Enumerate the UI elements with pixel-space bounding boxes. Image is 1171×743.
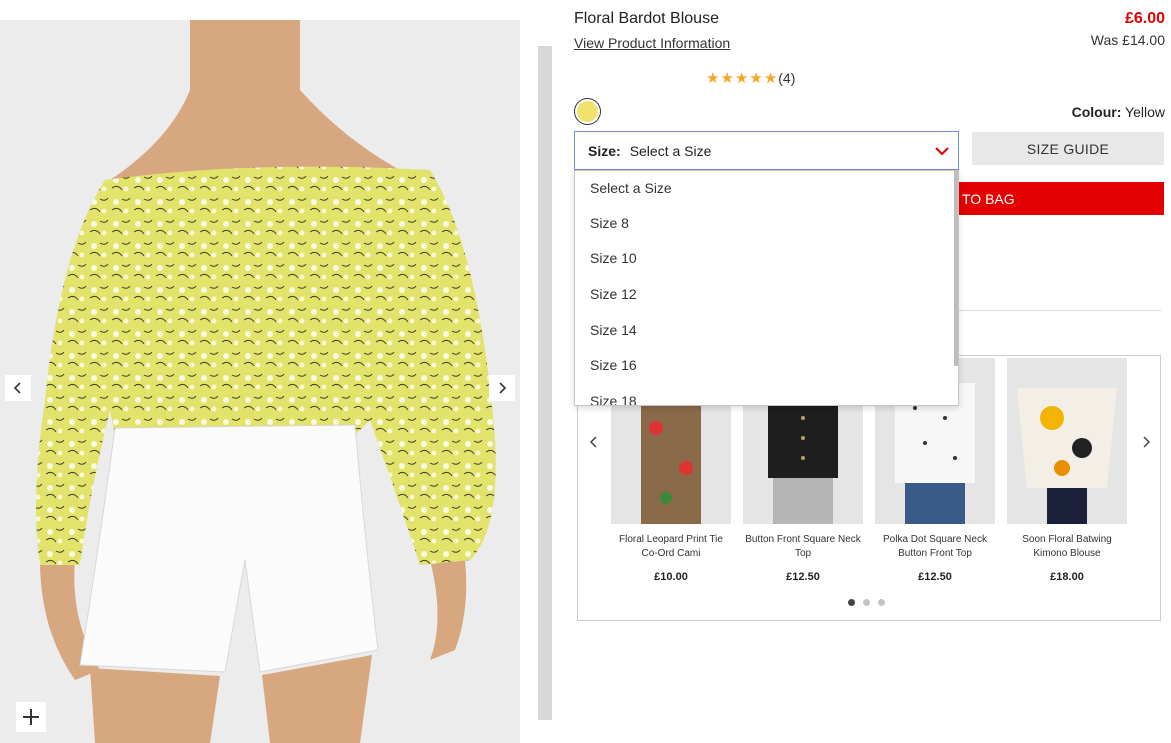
size-option[interactable]: Size 12	[575, 276, 958, 312]
star-icon: ★	[720, 70, 734, 87]
rating[interactable]: ★ ★ ★ ★ ★ (4)	[706, 69, 795, 87]
chevron-left-icon	[589, 436, 597, 448]
carousel-pagination	[848, 599, 885, 606]
dropdown-scrollbar[interactable]	[954, 171, 958, 366]
product-card-price: £12.50	[786, 571, 820, 583]
product-card[interactable]: Soon Floral Batwing Kimono Blouse £18.00	[1007, 358, 1127, 583]
view-product-information-link[interactable]: View Product Information	[574, 35, 730, 51]
size-option[interactable]: Size 10	[575, 241, 958, 277]
product-card-name: Floral Leopard Print Tie Co-Ord Cami	[619, 534, 723, 559]
size-option[interactable]: Size 14	[575, 312, 958, 348]
colour-label: Colour: Yellow	[1072, 104, 1165, 120]
star-icon: ★	[734, 70, 749, 87]
product-card-name: Polka Dot Square Neck Button Front Top	[883, 534, 987, 559]
chevron-down-icon	[935, 147, 949, 156]
product-thumbnail	[1007, 358, 1127, 524]
colour-swatch-yellow[interactable]	[574, 98, 601, 125]
chevron-right-icon	[1143, 436, 1151, 448]
star-icon: ★	[763, 70, 778, 87]
chevron-right-icon	[499, 382, 507, 394]
product-card-price: £10.00	[654, 571, 688, 583]
product-card-price: £18.00	[1050, 571, 1084, 583]
size-option[interactable]: Size 8	[575, 205, 958, 241]
carousel-dot[interactable]	[848, 599, 855, 606]
size-option[interactable]: Select a Size	[575, 171, 958, 205]
zoom-button[interactable]	[16, 702, 46, 732]
product-card-name: Button Front Square Neck Top	[745, 534, 861, 559]
gallery-next-button[interactable]	[489, 375, 515, 401]
size-option[interactable]: Size 18	[575, 383, 958, 405]
size-guide-button[interactable]: SIZE GUIDE	[972, 132, 1164, 165]
size-select[interactable]: Size: Select a Size	[574, 131, 959, 170]
colour-value: Yellow	[1125, 104, 1165, 120]
product-card-name: Soon Floral Batwing Kimono Blouse	[1022, 534, 1112, 559]
product-image-gallery	[0, 20, 520, 743]
carousel-dot[interactable]	[878, 599, 885, 606]
colour-label-title: Colour:	[1071, 104, 1122, 120]
product-photo	[0, 20, 520, 743]
size-option[interactable]: Size 16	[575, 347, 958, 383]
swatch-dot	[577, 101, 598, 122]
gallery-prev-button[interactable]	[5, 375, 31, 401]
was-price: Was £14.00	[1090, 32, 1165, 48]
star-icon: ★	[749, 70, 763, 87]
star-icon: ★	[706, 70, 720, 87]
current-price: £6.00	[1124, 10, 1165, 27]
chevron-left-icon	[13, 382, 21, 394]
plus-icon	[23, 709, 39, 725]
carousel-dot[interactable]	[863, 599, 870, 606]
size-dropdown-list: Select a Size Size 8 Size 10 Size 12 Siz…	[574, 170, 959, 406]
rating-count: (4)	[778, 70, 796, 86]
thumbnail-scroll-rail[interactable]	[538, 46, 552, 720]
carousel-next-button[interactable]	[1136, 432, 1156, 452]
product-card-price: £12.50	[918, 571, 952, 583]
carousel-prev-button[interactable]	[584, 432, 604, 452]
add-to-bag-label: TO BAG	[962, 190, 1015, 207]
size-select-label: Size:	[588, 142, 621, 159]
size-select-value: Select a Size	[629, 142, 712, 159]
product-title: Floral Bardot Blouse	[574, 10, 719, 27]
